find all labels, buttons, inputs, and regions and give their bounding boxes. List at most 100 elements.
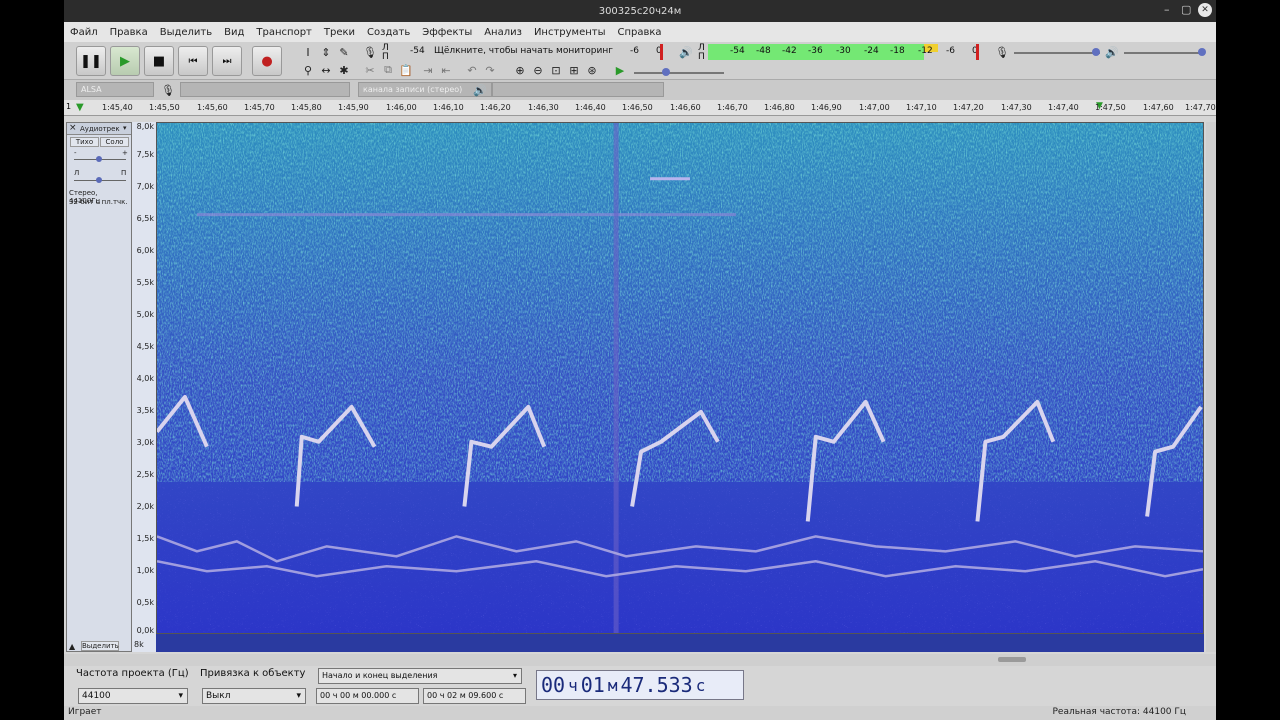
playback-device-speaker-icon: 🔊 xyxy=(473,83,487,97)
minimize-icon[interactable]: – xyxy=(1164,3,1170,16)
zoom-tool-icon[interactable]: ⚲ xyxy=(300,62,316,78)
play-speed-thumb[interactable] xyxy=(662,68,670,76)
ruler-label: 1:47,50 xyxy=(1095,103,1126,112)
menu-edit[interactable]: Правка xyxy=(104,27,154,38)
ruler-label: 1:46,20 xyxy=(480,103,511,112)
play-tick: -12 xyxy=(918,46,933,56)
snap-to-dropdown[interactable]: Выкл ▾ xyxy=(202,688,306,704)
track-header: × Аудиотрек ▾ xyxy=(67,123,131,135)
menu-tools[interactable]: Инструменты xyxy=(528,27,612,38)
zoom-toggle-icon[interactable]: ⊛ xyxy=(584,62,600,78)
maximize-icon[interactable]: ▢ xyxy=(1181,3,1191,16)
monitor-hint[interactable]: Щёлкните, чтобы начать мониторинг xyxy=(434,46,613,56)
skip-end-button[interactable]: ⏭ xyxy=(212,46,242,76)
solo-button[interactable]: Соло xyxy=(100,137,129,147)
record-meter-mic-icon[interactable]: 🎙 xyxy=(362,44,378,60)
pause-button[interactable]: ❚❚ xyxy=(76,46,106,76)
skip-start-button[interactable]: ⏮ xyxy=(178,46,208,76)
play-button[interactable]: ▶ xyxy=(110,46,140,76)
ruler-label: 1:47,40 xyxy=(1048,103,1079,112)
play-tick: -24 xyxy=(864,46,879,56)
spectrogram-view[interactable] xyxy=(156,122,1204,634)
menu-effects[interactable]: Эффекты xyxy=(416,27,478,38)
scale-label: 0,0k xyxy=(136,626,154,635)
play-head-icon[interactable]: ▼ xyxy=(76,102,84,113)
envelope-tool-icon[interactable]: ⇕ xyxy=(318,44,334,60)
menu-generate[interactable]: Создать xyxy=(361,27,416,38)
ruler-label: 1:47,20 xyxy=(953,103,984,112)
selection-mode-dropdown[interactable]: Начало и конец выделения ▾ xyxy=(318,668,522,684)
playback-device-dropdown[interactable] xyxy=(492,82,664,97)
window-title: 300325с20ч24м xyxy=(598,5,682,17)
menu-file[interactable]: Файл xyxy=(64,27,104,38)
close-icon[interactable]: ✕ xyxy=(1198,3,1212,17)
copy-icon[interactable]: ⧉ xyxy=(380,62,396,78)
project-rate-dropdown[interactable]: 44100 ▾ xyxy=(78,688,188,704)
silence-icon[interactable]: ⇤ xyxy=(438,62,454,78)
audio-host-dropdown[interactable]: ALSA xyxy=(76,82,154,97)
ruler-label: 1:47,70 xyxy=(1185,103,1216,112)
mute-button[interactable]: Тихо xyxy=(70,137,99,147)
playback-speaker-icon[interactable]: 🔊 xyxy=(678,44,694,60)
selection-tool-icon[interactable]: I xyxy=(300,44,316,60)
menu-help[interactable]: Справка xyxy=(612,27,668,38)
record-button[interactable]: ● xyxy=(252,46,282,76)
pan-right-label: П xyxy=(121,169,127,177)
playback-volume-slider[interactable] xyxy=(1124,52,1204,54)
status-bar: Играет Реальная частота: 44100 Гц xyxy=(64,706,1216,720)
record-icon: ● xyxy=(261,53,273,69)
recording-device-mic-icon: 🎙 xyxy=(161,83,175,97)
track-menu-chevron-icon[interactable]: ▾ xyxy=(123,124,127,132)
pan-left-label: Л xyxy=(74,169,80,177)
multi-tool-icon[interactable]: ✱ xyxy=(336,62,352,78)
gain-slider-thumb[interactable] xyxy=(96,156,102,162)
timeshift-tool-icon[interactable]: ↔ xyxy=(318,62,334,78)
ruler-marker: 1 xyxy=(66,102,72,111)
collapse-track-icon[interactable]: ▲ xyxy=(69,642,75,651)
spectrogram-noise-low xyxy=(157,322,1203,633)
stop-button[interactable]: ■ xyxy=(144,46,174,76)
ruler-label: 1:46,50 xyxy=(622,103,653,112)
track-control-panel: × Аудиотрек ▾ Тихо Соло - + Л П Стерео, … xyxy=(66,122,132,652)
vertical-scrollbar[interactable] xyxy=(1206,122,1216,652)
ruler-label: 1:45,40 xyxy=(102,103,133,112)
trim-icon[interactable]: ⇥ xyxy=(420,62,436,78)
audio-position-display[interactable]: 00 ч 01 м 47.533 с xyxy=(536,670,744,700)
recording-device-dropdown[interactable] xyxy=(180,82,350,97)
menu-analyze[interactable]: Анализ xyxy=(478,27,528,38)
play-tick: -6 xyxy=(946,46,955,56)
fit-project-icon[interactable]: ⊞ xyxy=(566,62,582,78)
menu-tracks[interactable]: Треки xyxy=(318,27,361,38)
record-volume-thumb[interactable] xyxy=(1092,48,1100,56)
track-name[interactable]: Аудиотрек xyxy=(80,125,120,133)
fit-selection-icon[interactable]: ⊡ xyxy=(548,62,564,78)
play-at-speed-icon[interactable]: ▶ xyxy=(612,62,628,78)
scale-label: 2,5k xyxy=(136,470,154,479)
cut-icon[interactable]: ✂ xyxy=(362,62,378,78)
select-track-button[interactable]: Выделить xyxy=(81,641,119,651)
draw-tool-icon[interactable]: ✎ xyxy=(336,44,352,60)
project-rate-label: Частота проекта (Гц) xyxy=(76,668,189,679)
record-volume-slider[interactable] xyxy=(1014,52,1100,54)
menu-transport[interactable]: Транспорт xyxy=(250,27,317,38)
pause-icon: ❚❚ xyxy=(80,53,102,69)
timeline-ruler[interactable]: 1 ▼ ▼ 1:45,40 1:45,50 1:45,60 1:45,70 1:… xyxy=(64,100,1216,116)
zoom-out-icon[interactable]: ⊖ xyxy=(530,62,546,78)
playback-volume-thumb[interactable] xyxy=(1198,48,1206,56)
track-close-icon[interactable]: × xyxy=(69,123,77,133)
scale-label: 4,5k xyxy=(136,342,154,351)
horizontal-scroll-thumb[interactable] xyxy=(998,657,1026,662)
menu-select[interactable]: Выделить xyxy=(154,27,218,38)
scale-label: 1,0k xyxy=(136,566,154,575)
pan-slider-thumb[interactable] xyxy=(96,177,102,183)
selection-start-field[interactable]: 00 ч 00 м 00.000 с xyxy=(316,688,419,704)
menu-view[interactable]: Вид xyxy=(218,27,250,38)
horizontal-scrollbar[interactable] xyxy=(64,654,1216,666)
paste-icon[interactable]: 📋 xyxy=(398,62,414,78)
redo-icon[interactable]: ↷ xyxy=(482,62,498,78)
undo-icon[interactable]: ↶ xyxy=(464,62,480,78)
play-speed-slider[interactable] xyxy=(634,72,724,74)
selection-end-field[interactable]: 00 ч 02 м 09.600 с xyxy=(423,688,526,704)
rec-tick-54: -54 xyxy=(410,46,425,56)
zoom-in-icon[interactable]: ⊕ xyxy=(512,62,528,78)
